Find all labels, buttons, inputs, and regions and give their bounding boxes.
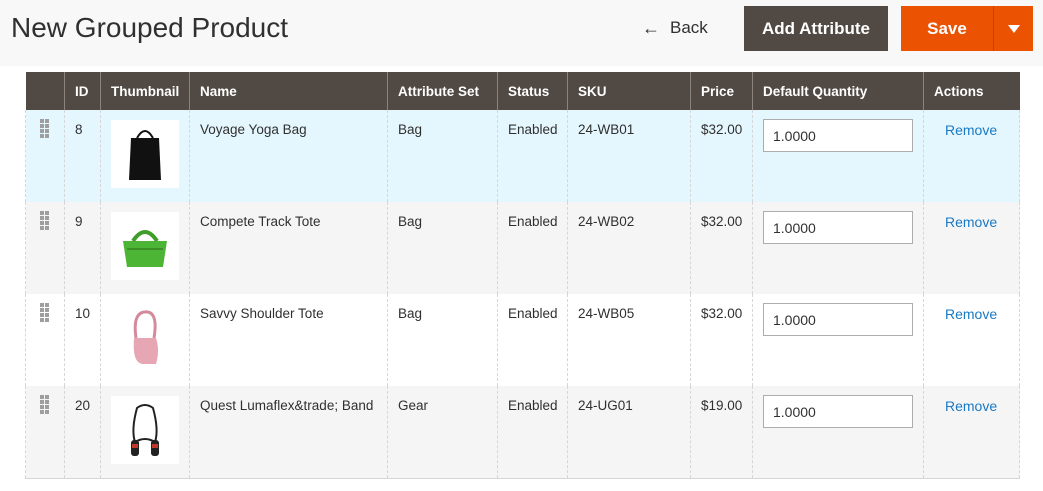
drag-handle-icon[interactable] bbox=[40, 211, 49, 230]
remove-link[interactable]: Remove bbox=[934, 214, 997, 230]
cell-actions: Remove bbox=[923, 386, 1020, 479]
product-thumbnail bbox=[111, 396, 179, 464]
page-title: New Grouped Product bbox=[11, 12, 289, 43]
cell-thumbnail bbox=[100, 294, 190, 386]
default-quantity-input[interactable] bbox=[763, 211, 913, 244]
cell-price: $32.00 bbox=[690, 110, 753, 202]
product-thumbnail bbox=[111, 120, 179, 188]
cell-attribute-set: Bag bbox=[387, 294, 498, 386]
cell-price: $32.00 bbox=[690, 202, 753, 294]
cell-price: $19.00 bbox=[690, 386, 753, 479]
product-thumbnail bbox=[111, 304, 179, 372]
cell-attribute-set: Bag bbox=[387, 202, 498, 294]
cell-name: Voyage Yoga Bag bbox=[189, 110, 388, 202]
cell-default-quantity bbox=[752, 294, 924, 386]
cell-name: Compete Track Tote bbox=[189, 202, 388, 294]
column-header-name[interactable]: Name bbox=[189, 72, 388, 110]
cell-name: Savvy Shoulder Tote bbox=[189, 294, 388, 386]
drag-handle-cell[interactable] bbox=[25, 386, 65, 479]
cell-id: 10 bbox=[64, 294, 101, 386]
remove-link[interactable]: Remove bbox=[934, 306, 997, 322]
default-quantity-input[interactable] bbox=[763, 303, 913, 336]
cell-status: Enabled bbox=[497, 294, 568, 386]
resistance-band-icon bbox=[131, 404, 159, 456]
cell-status: Enabled bbox=[497, 386, 568, 479]
cell-default-quantity bbox=[752, 110, 924, 202]
caret-down-icon bbox=[1007, 24, 1020, 33]
cell-attribute-set: Gear bbox=[387, 386, 498, 479]
column-header-id[interactable]: ID bbox=[64, 72, 101, 110]
column-header-thumbnail: Thumbnail bbox=[100, 72, 190, 110]
grid-header-row: ID Thumbnail Name Attribute Set Status S… bbox=[25, 72, 1020, 110]
drag-handle-cell[interactable] bbox=[25, 110, 65, 202]
save-button-group: Save bbox=[901, 6, 1033, 51]
cell-actions: Remove bbox=[923, 110, 1020, 202]
arrow-left-icon: ← bbox=[642, 17, 660, 38]
cell-default-quantity bbox=[752, 202, 924, 294]
column-header-sku[interactable]: SKU bbox=[567, 72, 691, 110]
back-button[interactable]: ← Back bbox=[642, 12, 708, 44]
save-button[interactable]: Save bbox=[901, 6, 993, 51]
default-quantity-input[interactable] bbox=[763, 119, 913, 152]
cell-actions: Remove bbox=[923, 202, 1020, 294]
column-header-actions: Actions bbox=[923, 72, 1020, 110]
cell-default-quantity bbox=[752, 386, 924, 479]
cell-actions: Remove bbox=[923, 294, 1020, 386]
column-header-attribute-set[interactable]: Attribute Set bbox=[387, 72, 498, 110]
page-header: New Grouped Product ← Back Add Attribute… bbox=[0, 0, 1043, 66]
default-quantity-input[interactable] bbox=[763, 395, 913, 428]
cell-sku: 24-UG01 bbox=[567, 386, 691, 479]
drag-handle-icon[interactable] bbox=[40, 303, 49, 322]
column-header-price[interactable]: Price bbox=[690, 72, 753, 110]
product-thumbnail bbox=[111, 212, 179, 280]
table-row: 10 Savvy Shoulder Tote Bag Enabled 24-WB… bbox=[25, 294, 1020, 386]
cell-name: Quest Lumaflex&trade; Band bbox=[189, 386, 388, 479]
grouped-products-grid: ID Thumbnail Name Attribute Set Status S… bbox=[25, 72, 1020, 479]
table-row: 9 Compete Track Tote Bag Enabled 24-WB02… bbox=[25, 202, 1020, 294]
table-row: 8 Voyage Yoga Bag Bag Enabled 24-WB01 $3… bbox=[25, 110, 1020, 202]
cell-id: 9 bbox=[64, 202, 101, 294]
cell-sku: 24-WB01 bbox=[567, 110, 691, 202]
table-row: 20 Quest Lumaflex&trade; Band Gear Enabl… bbox=[25, 386, 1020, 479]
cell-thumbnail bbox=[100, 386, 190, 479]
drag-handle-icon[interactable] bbox=[40, 119, 49, 138]
remove-link[interactable]: Remove bbox=[934, 398, 997, 414]
black-tote-bag-icon bbox=[129, 130, 161, 180]
pink-shoulder-bag-icon bbox=[133, 310, 158, 364]
back-button-label: Back bbox=[670, 18, 708, 37]
column-header-drag bbox=[25, 72, 65, 110]
cell-attribute-set: Bag bbox=[387, 110, 498, 202]
cell-thumbnail bbox=[100, 110, 190, 202]
add-attribute-button[interactable]: Add Attribute bbox=[744, 6, 888, 51]
drag-handle-cell[interactable] bbox=[25, 294, 65, 386]
drag-handle-icon[interactable] bbox=[40, 395, 49, 414]
cell-sku: 24-WB02 bbox=[567, 202, 691, 294]
green-tote-bag-icon bbox=[123, 230, 167, 267]
cell-thumbnail bbox=[100, 202, 190, 294]
cell-status: Enabled bbox=[497, 110, 568, 202]
cell-id: 8 bbox=[64, 110, 101, 202]
drag-handle-cell[interactable] bbox=[25, 202, 65, 294]
cell-sku: 24-WB05 bbox=[567, 294, 691, 386]
column-header-status[interactable]: Status bbox=[497, 72, 568, 110]
cell-status: Enabled bbox=[497, 202, 568, 294]
cell-id: 20 bbox=[64, 386, 101, 479]
cell-price: $32.00 bbox=[690, 294, 753, 386]
remove-link[interactable]: Remove bbox=[934, 122, 997, 138]
save-options-toggle[interactable] bbox=[993, 6, 1033, 51]
column-header-default-quantity: Default Quantity bbox=[752, 72, 924, 110]
